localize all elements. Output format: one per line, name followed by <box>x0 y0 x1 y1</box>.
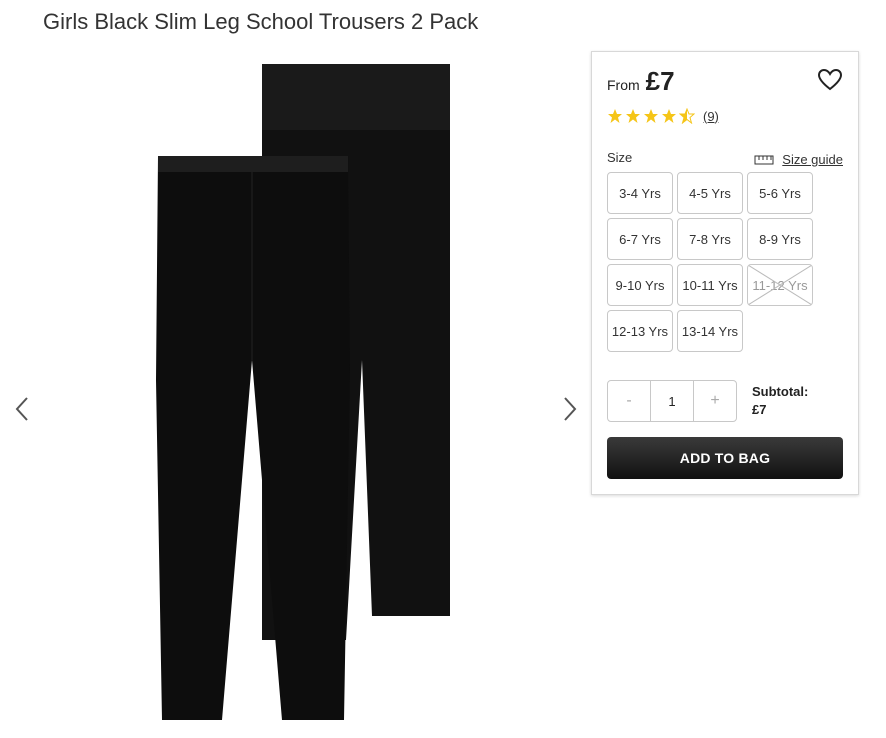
subtotal-value: £7 <box>752 402 767 417</box>
size-options: 3-4 Yrs 4-5 Yrs 5-6 Yrs 6-7 Yrs 7-8 Yrs 8-9 Y… <box>607 172 817 352</box>
purchase-panel: From £7 (9) Size Size guide 3-4 Yrs 4-5 Y… <box>591 51 859 495</box>
size-option-label: 8-9 Yrs <box>759 231 801 247</box>
star-full-icon <box>608 109 622 123</box>
size-option-label: 3-4 Yrs <box>619 185 661 201</box>
size-option-label: 9-10 Yrs <box>615 277 665 293</box>
quantity-stepper: - 1 + <box>607 380 737 422</box>
size-option-button[interactable]: 3-4 Yrs <box>607 172 673 214</box>
quantity-increment-button[interactable]: + <box>694 381 736 421</box>
product-gallery <box>0 50 590 738</box>
price-value: £7 <box>645 66 675 96</box>
subtotal: Subtotal: £7 <box>752 383 808 419</box>
rating: (9) <box>607 108 719 124</box>
size-option-button[interactable]: 10-11 Yrs <box>677 264 743 306</box>
product-title: Girls Black Slim Leg School Trousers 2 P… <box>43 9 479 34</box>
size-option-button[interactable]: 13-14 Yrs <box>677 310 743 352</box>
size-option-button[interactable]: 5-6 Yrs <box>747 172 813 214</box>
review-count-link[interactable]: (9) <box>703 109 719 124</box>
add-to-bag-button[interactable]: ADD TO BAG <box>607 437 843 479</box>
quantity-decrement-button[interactable]: - <box>608 381 650 421</box>
size-option-button[interactable]: 6-7 Yrs <box>607 218 673 260</box>
price-prefix: From <box>607 77 640 93</box>
star-half-icon <box>679 108 695 124</box>
price-row: From £7 <box>607 66 675 97</box>
ruler-icon <box>754 155 774 164</box>
star-full-icon <box>662 109 676 123</box>
size-option-button[interactable]: 8-9 Yrs <box>747 218 813 260</box>
size-option-button[interactable]: 4-5 Yrs <box>677 172 743 214</box>
product-image <box>150 60 450 730</box>
unavailable-cross-icon <box>748 265 812 305</box>
size-option-label: 5-6 Yrs <box>759 185 801 201</box>
gallery-prev-button[interactable] <box>12 394 32 424</box>
chevron-right-icon <box>564 397 577 421</box>
wishlist-button[interactable] <box>817 68 843 92</box>
chevron-left-icon <box>15 397 28 421</box>
quantity-input[interactable]: 1 <box>650 381 694 421</box>
size-option-label: 6-7 Yrs <box>619 231 661 247</box>
size-option-button[interactable]: 7-8 Yrs <box>677 218 743 260</box>
size-option-label: 10-11 Yrs <box>682 277 738 293</box>
star-full-icon <box>644 109 658 123</box>
subtotal-label: Subtotal: <box>752 384 809 399</box>
heart-icon <box>817 68 843 91</box>
size-option-label: 12-13 Yrs <box>611 323 669 339</box>
size-option-label: 13-14 Yrs <box>681 323 739 339</box>
size-label: Size <box>607 150 633 165</box>
size-option-label: 7-8 Yrs <box>689 231 731 247</box>
size-option-button[interactable]: 9-10 Yrs <box>607 264 673 306</box>
size-guide-link[interactable]: Size guide <box>754 152 843 167</box>
gallery-next-button[interactable] <box>560 394 580 424</box>
size-guide-label: Size guide <box>782 152 843 167</box>
size-option-label: 4-5 Yrs <box>689 185 731 201</box>
star-full-icon <box>626 109 640 123</box>
size-option-button[interactable]: 11-12 Yrs <box>747 264 813 306</box>
size-option-button[interactable]: 12-13 Yrs <box>607 310 673 352</box>
